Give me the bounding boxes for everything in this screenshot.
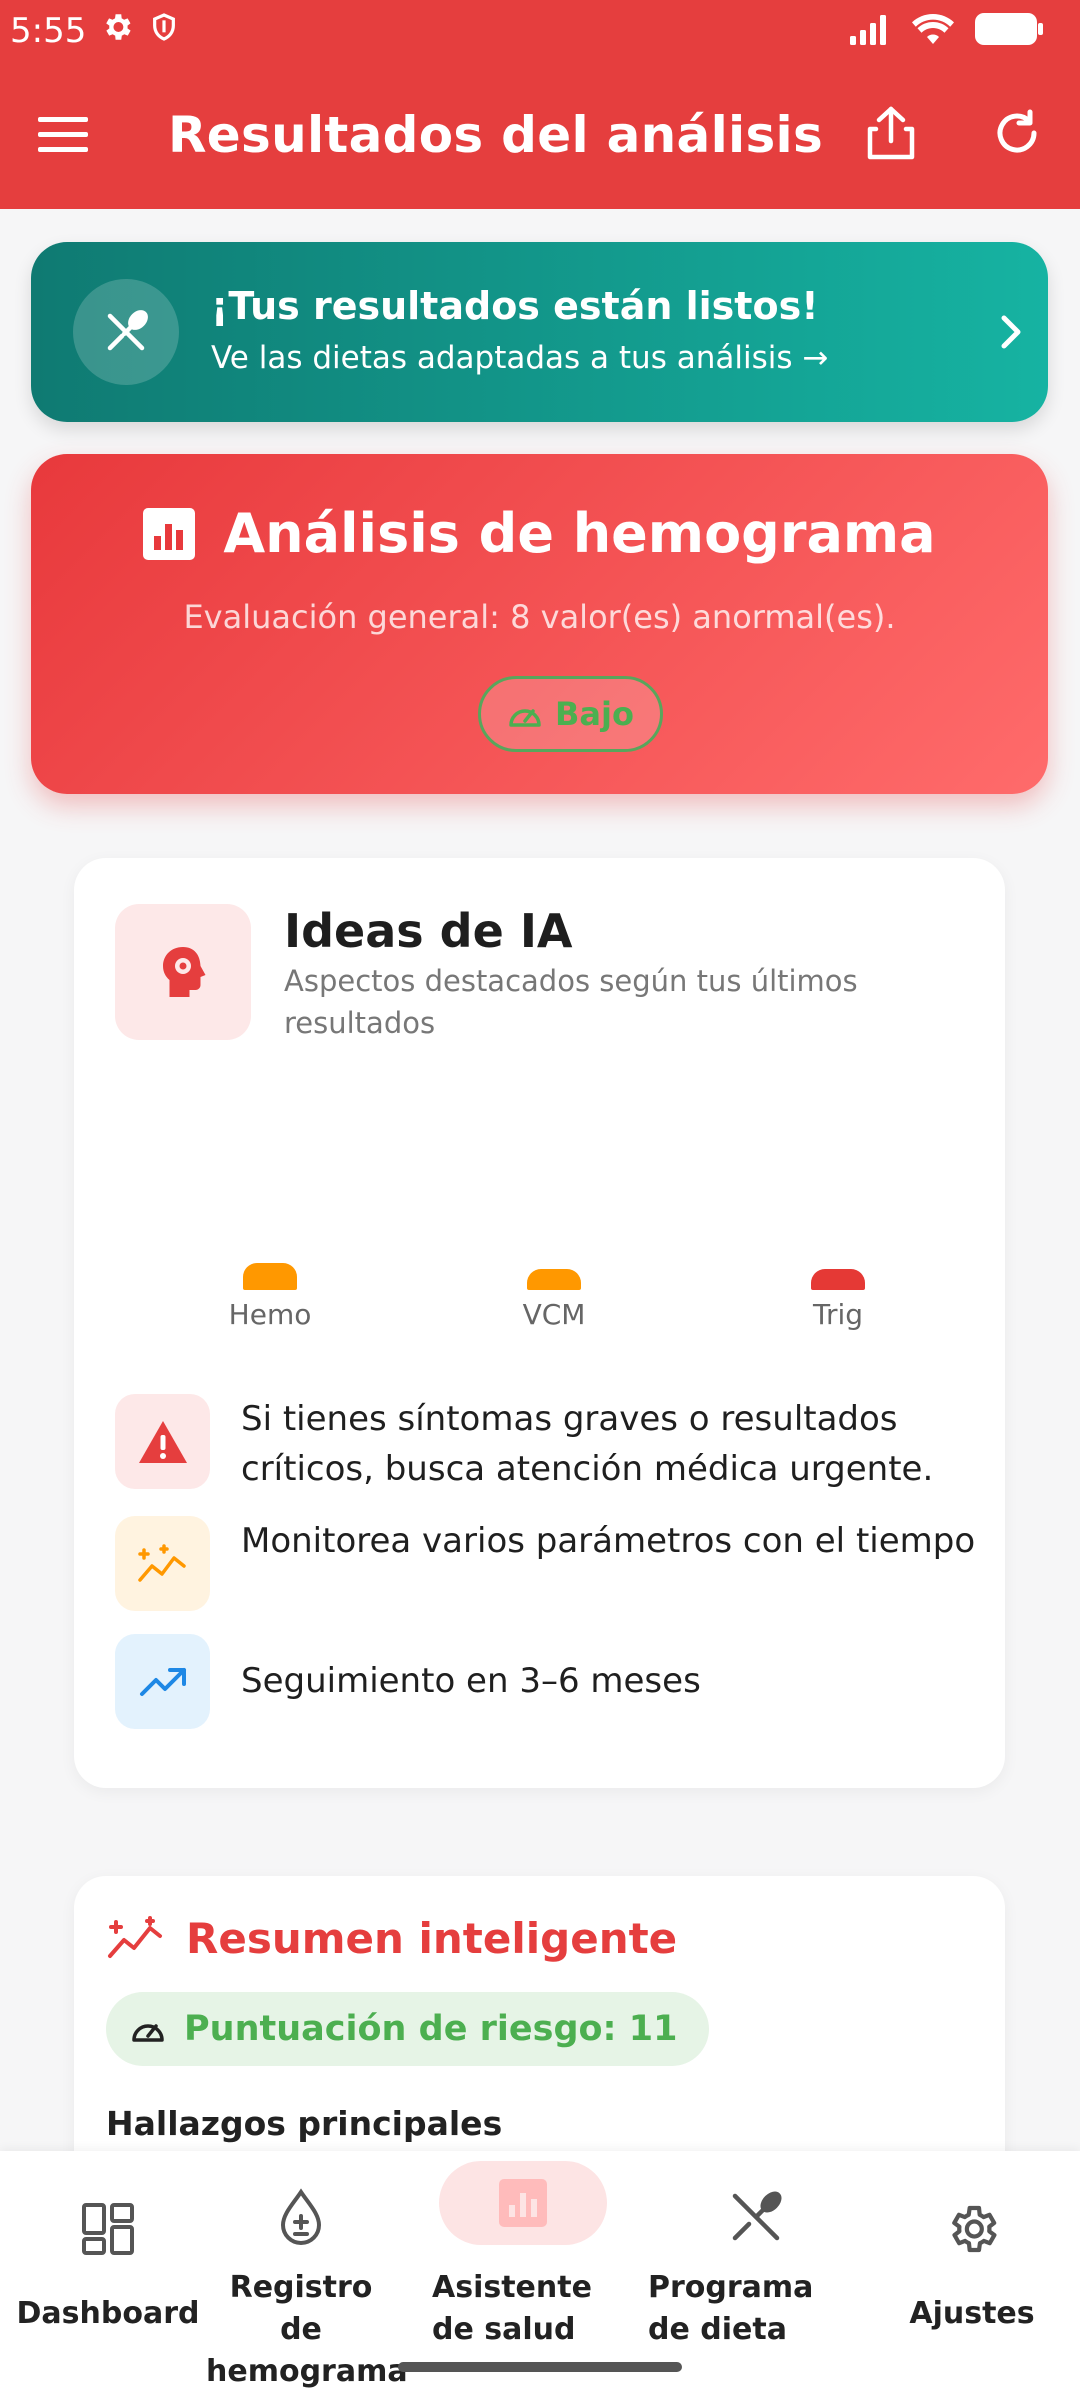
- warning-icon: [138, 1420, 187, 1463]
- status-bar-right: [848, 11, 1044, 51]
- fork-knife-icon: [726, 2187, 786, 2247]
- nav-label: Asistente de salud: [432, 2270, 592, 2347]
- tip-text: Seguimiento en 3–6 meses: [241, 1661, 701, 1701]
- ai-ideas-card: Ideas de IA Aspectos destacados según tu…: [74, 858, 1005, 1788]
- risk-score-label: Puntuación de riesgo: 11: [184, 2009, 678, 2049]
- status-time: 5:55: [10, 11, 87, 51]
- banner-title: ¡Tus resultados están listos!: [211, 284, 819, 328]
- page-title: Resultados del análisis: [168, 106, 824, 164]
- chart-bar-trig: [811, 1269, 865, 1290]
- nav-label: Ajustes: [909, 2296, 1035, 2331]
- refresh-icon: [997, 109, 1037, 153]
- share-button[interactable]: [856, 98, 926, 168]
- ai-ideas-icon-box: [115, 904, 251, 1040]
- tip-text: Monitorea varios parámetros con el tiemp…: [241, 1521, 976, 1561]
- app-bar: Resultados del análisis: [0, 62, 1080, 209]
- status-bar: 5:55: [0, 0, 1080, 62]
- banner-icon-circle: [73, 279, 179, 385]
- nav-label: Dashboard: [16, 2296, 200, 2331]
- chart-icon: [493, 2173, 553, 2233]
- head-gear-icon: [163, 947, 206, 997]
- gear-icon: [942, 2199, 1002, 2259]
- tip-icon-box: [115, 1634, 210, 1729]
- chart-bar-hemo: [243, 1263, 297, 1290]
- hemogram-analysis-card: Análisis de hemograma Evaluación general…: [31, 454, 1048, 794]
- refresh-button[interactable]: [984, 100, 1050, 166]
- app-root: 5:55 Resultados del análisis ¡Tus result…: [0, 0, 1080, 2400]
- chart-label-hemo: Hemo: [228, 1298, 312, 1331]
- bar-chart-icon: [143, 507, 196, 560]
- banner-subtitle: Ve las dietas adaptadas a tus análisis →: [211, 340, 829, 376]
- chart-label-vcm: VCM: [522, 1298, 586, 1331]
- nav-label: Registro de hemograma: [206, 2270, 408, 2389]
- hamburger-menu-icon: [38, 117, 88, 152]
- risk-level-badge: Bajo: [478, 676, 663, 752]
- chart-bar-vcm: [527, 1269, 581, 1290]
- home-indicator[interactable]: [398, 2362, 682, 2372]
- fork-knife-icon: [107, 310, 148, 351]
- tip-text: Si tienes síntomas graves o resultados c…: [241, 1399, 934, 1489]
- ai-ideas-subtitle: Aspectos destacados según tus últimos re…: [284, 964, 858, 1040]
- nav-label: Programa de dieta: [648, 2270, 814, 2347]
- tip-icon-box: [115, 1394, 210, 1489]
- gauge-icon: [132, 2024, 164, 2042]
- menu-button[interactable]: [30, 102, 96, 168]
- battery-icon: [974, 11, 1044, 51]
- dashboard-icon: [78, 2199, 138, 2259]
- analysis-title: Análisis de hemograma: [223, 502, 936, 565]
- smart-summary-title: Resumen inteligente: [186, 1914, 678, 1963]
- nav-item-settings[interactable]: Ajustes: [874, 2151, 1070, 2400]
- blood-drop-icon: [271, 2187, 331, 2247]
- chart-label-trig: Trig: [812, 1298, 864, 1331]
- share-icon: [867, 106, 915, 160]
- gauge-icon: [509, 709, 541, 727]
- highlights-bar-chart: Hemo VCM Trig: [134, 1238, 974, 1331]
- results-ready-banner[interactable]: ¡Tus resultados están listos! Ve las die…: [31, 242, 1048, 422]
- status-bar-left: 5:55: [10, 10, 180, 53]
- trend-sparkle-icon: [137, 1543, 186, 1582]
- findings-heading: Hallazgos principales: [106, 2104, 503, 2143]
- nav-item-blood-register[interactable]: Registro de hemograma: [206, 2151, 408, 2400]
- shield-status-icon: [148, 10, 180, 53]
- risk-level-label: Bajo: [555, 695, 634, 733]
- tip-icon-box: [115, 1516, 210, 1611]
- risk-score-chip: Puntuación de riesgo: 11: [106, 1992, 710, 2066]
- insights-icon: [108, 1915, 162, 1958]
- chevron-right-icon: [983, 304, 1039, 360]
- analysis-header: Análisis de hemograma: [31, 502, 1048, 565]
- nav-item-dashboard[interactable]: Dashboard: [0, 2151, 216, 2400]
- analysis-subtitle: Evaluación general: 8 valor(es) anormal(…: [183, 598, 896, 636]
- signal-icon: [848, 12, 892, 50]
- trending-up-icon: [139, 1667, 186, 1696]
- settings-status-icon: [100, 10, 134, 53]
- wifi-icon: [912, 12, 954, 50]
- ai-ideas-title: Ideas de IA: [284, 904, 573, 958]
- smart-summary-header: Resumen inteligente: [106, 1914, 677, 1963]
